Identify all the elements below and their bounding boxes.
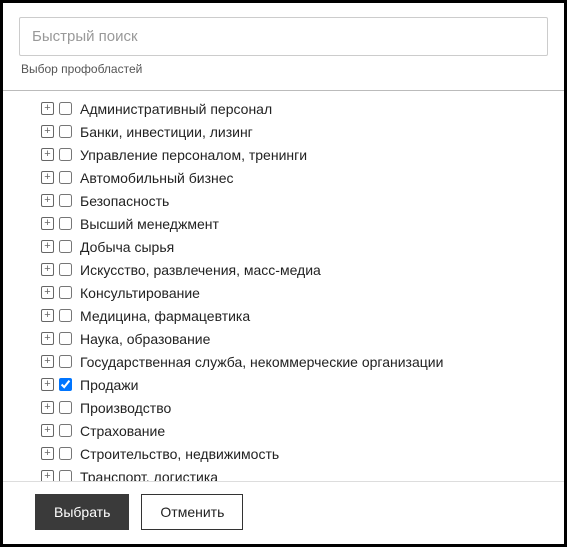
category-checkbox[interactable] bbox=[59, 125, 72, 138]
expand-icon[interactable]: + bbox=[41, 240, 54, 253]
list-item: + Транспорт, логистика bbox=[41, 465, 564, 481]
expand-icon[interactable]: + bbox=[41, 355, 54, 368]
expand-icon[interactable]: + bbox=[41, 470, 54, 481]
list-item: + Безопасность bbox=[41, 189, 564, 212]
expand-icon[interactable]: + bbox=[41, 332, 54, 345]
category-label[interactable]: Консультирование bbox=[80, 285, 200, 301]
expand-icon[interactable]: + bbox=[41, 424, 54, 437]
category-checkbox[interactable] bbox=[59, 332, 72, 345]
category-checkbox[interactable] bbox=[59, 401, 72, 414]
category-label[interactable]: Страхование bbox=[80, 423, 165, 439]
category-label[interactable]: Добыча сырья bbox=[80, 239, 174, 255]
category-checkbox[interactable] bbox=[59, 102, 72, 115]
expand-icon[interactable]: + bbox=[41, 171, 54, 184]
list-item: + Производство bbox=[41, 396, 564, 419]
category-checkbox[interactable] bbox=[59, 263, 72, 276]
expand-icon[interactable]: + bbox=[41, 447, 54, 460]
category-label[interactable]: Продажи bbox=[80, 377, 138, 393]
expand-icon[interactable]: + bbox=[41, 194, 54, 207]
list-item: + Автомобильный бизнес bbox=[41, 166, 564, 189]
category-list[interactable]: + Административный персонал + Банки, инвест… bbox=[3, 91, 564, 481]
category-checkbox[interactable] bbox=[59, 378, 72, 391]
list-item: + Управление персоналом, тренинги bbox=[41, 143, 564, 166]
list-item: + Страхование bbox=[41, 419, 564, 442]
list-item: + Искусство, развлечения, масс-медиа bbox=[41, 258, 564, 281]
category-checkbox[interactable] bbox=[59, 447, 72, 460]
subtitle: Выбор профобластей bbox=[19, 62, 548, 76]
category-checkbox[interactable] bbox=[59, 286, 72, 299]
expand-icon[interactable]: + bbox=[41, 263, 54, 276]
category-checkbox[interactable] bbox=[59, 424, 72, 437]
category-label[interactable]: Государственная служба, некоммерческие о… bbox=[80, 354, 443, 370]
category-checkbox[interactable] bbox=[59, 470, 72, 481]
expand-icon[interactable]: + bbox=[41, 148, 54, 161]
category-checkbox[interactable] bbox=[59, 217, 72, 230]
category-label[interactable]: Высший менеджмент bbox=[80, 216, 219, 232]
list-item: + Медицина, фармацевтика bbox=[41, 304, 564, 327]
list-item: + Административный персонал bbox=[41, 97, 564, 120]
search-input[interactable] bbox=[19, 17, 548, 56]
list-item: + Добыча сырья bbox=[41, 235, 564, 258]
category-picker-modal: Выбор профобластей + Административный пер… bbox=[0, 0, 567, 547]
expand-icon[interactable]: + bbox=[41, 102, 54, 115]
expand-icon[interactable]: + bbox=[41, 309, 54, 322]
category-checkbox[interactable] bbox=[59, 309, 72, 322]
category-label[interactable]: Производство bbox=[80, 400, 171, 416]
category-checkbox[interactable] bbox=[59, 355, 72, 368]
category-label[interactable]: Медицина, фармацевтика bbox=[80, 308, 250, 324]
category-checkbox[interactable] bbox=[59, 240, 72, 253]
expand-icon[interactable]: + bbox=[41, 125, 54, 138]
modal-footer: Выбрать Отменить bbox=[3, 481, 564, 544]
cancel-button[interactable]: Отменить bbox=[141, 494, 243, 530]
list-item: + Строительство, недвижимость bbox=[41, 442, 564, 465]
select-button[interactable]: Выбрать bbox=[35, 494, 129, 530]
category-label[interactable]: Банки, инвестиции, лизинг bbox=[80, 124, 253, 140]
list-item: + Банки, инвестиции, лизинг bbox=[41, 120, 564, 143]
category-label[interactable]: Искусство, развлечения, масс-медиа bbox=[80, 262, 321, 278]
category-label[interactable]: Управление персоналом, тренинги bbox=[80, 147, 307, 163]
list-item: + Государственная служба, некоммерческие … bbox=[41, 350, 564, 373]
expand-icon[interactable]: + bbox=[41, 378, 54, 391]
category-label[interactable]: Безопасность bbox=[80, 193, 169, 209]
category-label[interactable]: Административный персонал bbox=[80, 101, 272, 117]
list-item: + Продажи bbox=[41, 373, 564, 396]
expand-icon[interactable]: + bbox=[41, 217, 54, 230]
category-checkbox[interactable] bbox=[59, 194, 72, 207]
list-item: + Консультирование bbox=[41, 281, 564, 304]
modal-header: Выбор профобластей bbox=[3, 3, 564, 84]
category-label[interactable]: Автомобильный бизнес bbox=[80, 170, 234, 186]
category-label[interactable]: Транспорт, логистика bbox=[80, 469, 218, 482]
expand-icon[interactable]: + bbox=[41, 286, 54, 299]
list-item: + Наука, образование bbox=[41, 327, 564, 350]
category-checkbox[interactable] bbox=[59, 148, 72, 161]
list-item: + Высший менеджмент bbox=[41, 212, 564, 235]
category-label[interactable]: Наука, образование bbox=[80, 331, 210, 347]
category-label[interactable]: Строительство, недвижимость bbox=[80, 446, 279, 462]
category-checkbox[interactable] bbox=[59, 171, 72, 184]
expand-icon[interactable]: + bbox=[41, 401, 54, 414]
